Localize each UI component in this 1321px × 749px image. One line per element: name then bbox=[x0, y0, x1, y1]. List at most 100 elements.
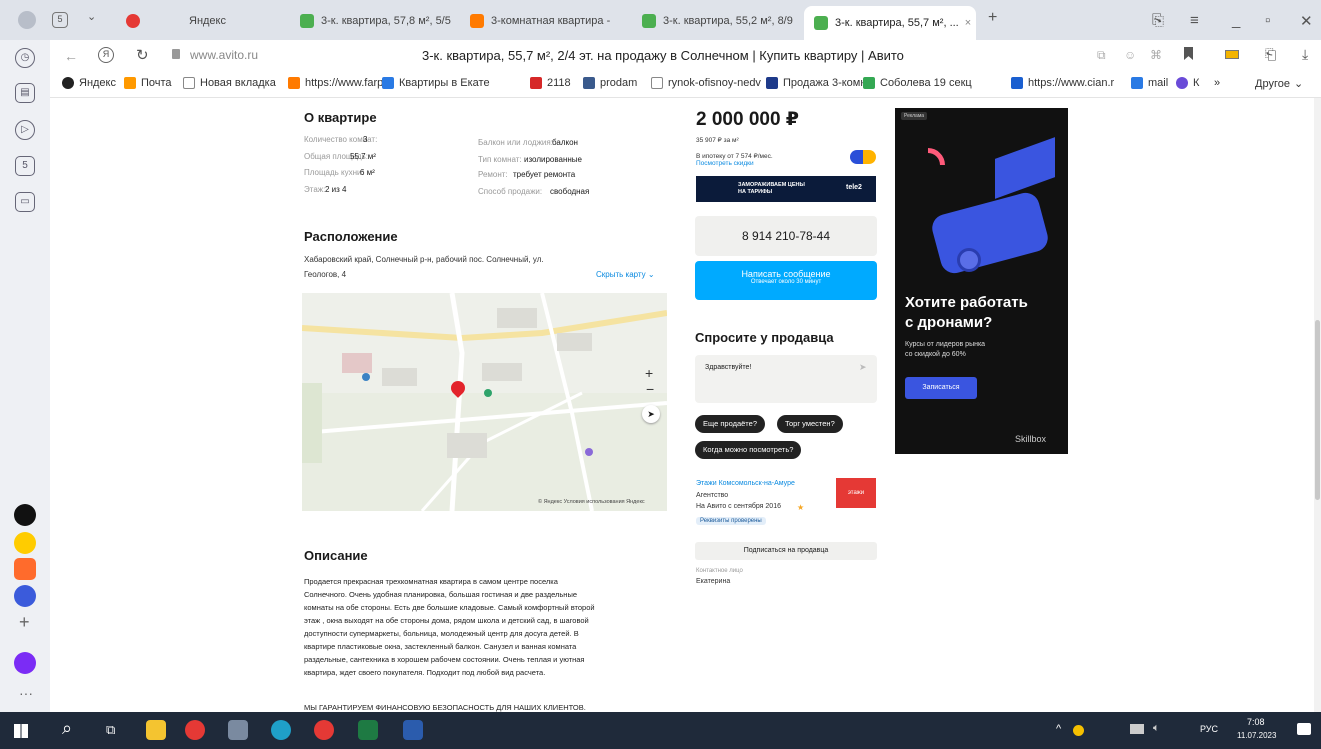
new-tab-icon[interactable]: + bbox=[988, 9, 997, 27]
bookmark-cian[interactable]: https://www.cian.r bbox=[1011, 77, 1114, 89]
yandex-profile-icon[interactable] bbox=[18, 11, 36, 29]
mail-app-icon[interactable] bbox=[14, 558, 36, 580]
yandex-app-icon[interactable] bbox=[14, 504, 36, 526]
task-view-icon[interactable]: ⧉ bbox=[106, 722, 115, 738]
more-icon[interactable]: ··· bbox=[19, 685, 33, 701]
write-message-button[interactable]: Написать сообщение Отвечает около 30 мин… bbox=[695, 261, 877, 300]
bookmarks-panel-icon[interactable]: ⎘ bbox=[1152, 12, 1164, 29]
tray-app-icon[interactable] bbox=[1073, 725, 1084, 736]
app-icon[interactable] bbox=[228, 720, 248, 740]
disk-app-icon[interactable] bbox=[14, 585, 36, 607]
notifications-icon[interactable] bbox=[1297, 723, 1311, 735]
bookmark-yandex[interactable]: Яндекс bbox=[62, 77, 116, 89]
bookmark-new-tab[interactable]: Новая вкладка bbox=[183, 77, 276, 89]
ad-cta-button[interactable]: Записаться bbox=[905, 377, 977, 399]
search-icon[interactable]: ⌕ bbox=[62, 718, 72, 739]
bookmark-k[interactable]: К bbox=[1176, 77, 1199, 89]
word-icon[interactable] bbox=[403, 720, 423, 740]
bookmarks-other[interactable]: Другое ⌄ bbox=[1255, 77, 1303, 91]
send-icon[interactable]: ➤ bbox=[859, 362, 867, 373]
reader-icon[interactable]: ☺ bbox=[1124, 48, 1136, 62]
map-zoom-out[interactable]: − bbox=[646, 381, 654, 397]
bookmark-prodazha[interactable]: Продажа 3-комна bbox=[766, 77, 873, 89]
close-window-icon[interactable]: ✕ bbox=[1300, 12, 1313, 30]
tab-listing-1[interactable]: 3-к. квартира, 57,8 м², 5/5 bbox=[290, 6, 460, 36]
tab-count-icon[interactable]: 5 bbox=[15, 156, 35, 176]
market-app-icon[interactable] bbox=[14, 532, 36, 554]
drone-illustration-icon bbox=[929, 189, 1051, 277]
skillbox-ad[interactable]: Реклама Хотите работать с дронами? Курсы… bbox=[895, 108, 1068, 454]
seller-logo[interactable]: этажи bbox=[836, 478, 876, 508]
bookmark-mailru[interactable]: mail bbox=[1131, 77, 1168, 89]
chip-when-view[interactable]: Когда можно посмотреть? bbox=[695, 441, 802, 459]
bookmark-icon[interactable] bbox=[1184, 47, 1193, 60]
bookmark-farpost[interactable]: https://www.farpo bbox=[288, 77, 389, 89]
battery-saver-icon[interactable] bbox=[1225, 50, 1239, 59]
bookmark-label: https://www.cian.r bbox=[1028, 77, 1115, 89]
bookmark-kvartiry[interactable]: Квартиры в Екате bbox=[382, 77, 490, 89]
map[interactable]: + − ➤ © Яндекс Условия использования Янд… bbox=[302, 293, 667, 511]
translate-icon[interactable]: ⌘ bbox=[1150, 48, 1162, 62]
alice-icon[interactable] bbox=[14, 652, 36, 674]
restore-icon[interactable]: ▫ bbox=[1265, 12, 1270, 29]
screenshot-icon[interactable]: ▭ bbox=[15, 192, 35, 212]
chip-bargain[interactable]: Торг уместен? bbox=[777, 415, 843, 433]
bookmark-2118[interactable]: 2118 bbox=[530, 77, 571, 89]
downloads-panel-icon[interactable]: ⎗ bbox=[1265, 46, 1276, 63]
chevron-down-icon[interactable]: ⌄ bbox=[87, 10, 96, 23]
network-icon[interactable] bbox=[1130, 724, 1144, 734]
phone-button[interactable]: 8 914 210-78-44 bbox=[695, 216, 877, 256]
play-icon[interactable]: ▷ bbox=[15, 120, 35, 140]
excel-icon[interactable] bbox=[358, 720, 378, 740]
windows-start-icon[interactable] bbox=[14, 724, 28, 738]
tab-listing-active[interactable]: 3-к. квартира, 55,7 м², ... × bbox=[804, 6, 976, 40]
bookmark-soboleva[interactable]: Соболева 19 секц bbox=[863, 77, 972, 89]
history-icon[interactable]: ◷ bbox=[15, 48, 35, 68]
share-icon[interactable]: ⧉ bbox=[1097, 48, 1106, 63]
volume-icon[interactable]: 🔈︎ bbox=[1153, 722, 1160, 735]
map-zoom-in[interactable]: + bbox=[645, 365, 653, 381]
scrollbar-thumb[interactable] bbox=[1315, 320, 1320, 500]
reload-icon[interactable]: ↻ bbox=[136, 46, 149, 64]
add-app-icon[interactable]: + bbox=[19, 612, 30, 633]
hide-map-link[interactable]: Скрыть карту ⌄ bbox=[596, 270, 655, 279]
back-icon[interactable]: ← bbox=[64, 48, 78, 64]
ad-banner[interactable]: ЗАМОРАЖИВАЕМ ЦЕНЫ НА ТАРИФЫ tele2 bbox=[696, 176, 876, 202]
param-label: Ремонт: bbox=[478, 170, 508, 179]
close-tab-icon[interactable]: × bbox=[965, 17, 971, 29]
tab-listing-2[interactable]: 3-комнатная квартира - bbox=[460, 6, 630, 36]
minimize-icon[interactable]: _ bbox=[1232, 12, 1240, 29]
map-geolocate-icon[interactable]: ➤ bbox=[642, 405, 660, 423]
download-icon[interactable]: ⤓ bbox=[1302, 46, 1308, 63]
clock-date[interactable]: 11.07.2023 bbox=[1237, 731, 1276, 740]
bookmarks-overflow[interactable]: » bbox=[1214, 77, 1220, 89]
url-field[interactable]: www.avito.ru bbox=[190, 48, 258, 62]
tab-listing-3[interactable]: 3-к. квартира, 55,2 м², 8/9 bbox=[632, 6, 802, 36]
bookmark-label: Новая вкладка bbox=[200, 77, 276, 89]
map-canvas bbox=[302, 293, 667, 511]
menu-icon[interactable]: ≡ bbox=[1190, 12, 1199, 29]
tab-label: 3-к. квартира, 55,2 м², 8/9 bbox=[663, 15, 793, 27]
param-value: 55.7 м² bbox=[350, 152, 376, 161]
collections-icon[interactable]: ▤ bbox=[15, 83, 35, 103]
tab-counter-icon[interactable]: 5 bbox=[52, 12, 68, 28]
seller-type: Агентство bbox=[696, 492, 729, 499]
ask-input[interactable]: Здравствуйте! ➤ bbox=[695, 355, 877, 403]
yandex-icon[interactable] bbox=[314, 720, 334, 740]
subscribe-button[interactable]: Подписаться на продавца bbox=[695, 542, 877, 560]
tray-chevron-icon[interactable]: ^ bbox=[1056, 723, 1061, 735]
bookmark-prodam[interactable]: prodam bbox=[583, 77, 637, 89]
chip-still-selling[interactable]: Еще продаёте? bbox=[695, 415, 765, 433]
yandex-browser-icon[interactable] bbox=[185, 720, 205, 740]
seller-name[interactable]: Этажи Комсомольск-на-Амуре bbox=[696, 480, 795, 487]
edge-icon[interactable] bbox=[271, 720, 291, 740]
clock-time[interactable]: 7:08 bbox=[1247, 717, 1265, 727]
phone-number: 8 914 210-78-44 bbox=[741, 229, 831, 243]
language-indicator[interactable]: РУС bbox=[1200, 724, 1218, 734]
bookmark-rynok[interactable]: rynok-ofisnoy-nedv bbox=[651, 77, 761, 89]
tab-yandex[interactable]: Яндекс bbox=[116, 6, 276, 36]
mortgage-link[interactable]: Посмотреть скидки bbox=[696, 160, 754, 167]
yandex-logo-icon[interactable]: Я bbox=[98, 47, 114, 63]
file-explorer-icon[interactable] bbox=[146, 720, 166, 740]
bookmark-mail[interactable]: Почта bbox=[124, 77, 172, 89]
